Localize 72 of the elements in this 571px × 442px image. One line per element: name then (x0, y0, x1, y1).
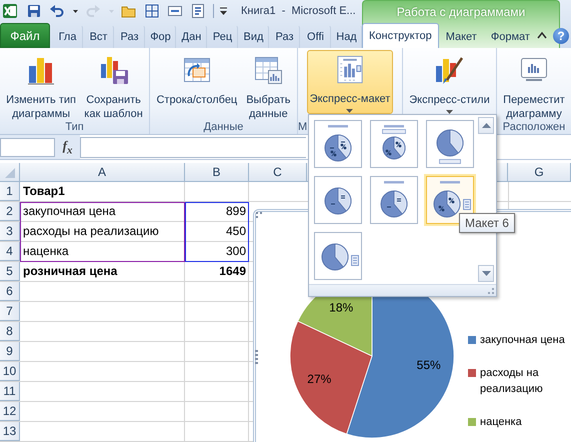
layout-option[interactable] (370, 120, 418, 168)
save-icon[interactable] (26, 3, 42, 19)
move-handle-icon[interactable] (256, 212, 262, 218)
table-cell-text: Товар1 (22, 183, 66, 200)
row-header[interactable]: 4 (0, 242, 20, 261)
collapse-ribbon-icon[interactable] (537, 31, 547, 39)
layout-option[interactable] (314, 120, 362, 168)
quick-styles-button[interactable]: Экспресс-стили (406, 50, 493, 115)
row-header[interactable]: 10 (0, 362, 20, 381)
table-cell: 450 (185, 222, 249, 242)
group-label: М (298, 120, 308, 134)
row-header[interactable]: 12 (0, 402, 20, 421)
layout-option[interactable] (426, 120, 474, 168)
legend-label: наценка (480, 415, 523, 430)
legend-label: расходы на реализацию (480, 366, 544, 397)
row-header[interactable]: 11 (0, 382, 20, 401)
layout-option[interactable] (314, 176, 362, 224)
layout-option[interactable] (370, 176, 418, 224)
table-cell: наценка (20, 242, 185, 262)
table-cell: 300 (185, 242, 249, 262)
data-label: 18% (329, 300, 354, 314)
row-header[interactable]: 5 (0, 262, 20, 281)
row-header[interactable]: 1 (0, 182, 20, 201)
tooltip-text: Макет 6 (465, 216, 509, 230)
table-cell-text: розничная цена (22, 263, 118, 280)
window-title: Книга1 - Microsoft E... (241, 5, 356, 17)
scroll-up-button[interactable] (478, 117, 494, 134)
column-header[interactable]: B (185, 163, 249, 181)
column-header[interactable]: G (508, 163, 571, 181)
table-cell-text: 1649 (218, 263, 247, 280)
resize-handle-icon[interactable] (255, 350, 258, 364)
grid-icon[interactable] (144, 3, 160, 19)
column-header[interactable]: A (20, 163, 185, 181)
group-label: Данные (202, 120, 244, 134)
ribbon-tab[interactable]: Макет (438, 25, 484, 48)
group-label: Тип (64, 120, 85, 134)
ribbon-tab[interactable]: Конструктор (362, 23, 439, 48)
insert-function-button[interactable]: f$_{x}$ (55, 138, 80, 156)
resize-grip-icon[interactable] (488, 288, 494, 294)
row-header[interactable]: 7 (0, 302, 20, 321)
group-label: Расположен (502, 120, 566, 134)
caret-down-icon (482, 271, 490, 276)
data-label: 55% (416, 358, 441, 372)
ribbon-tab[interactable]: Формат (484, 25, 537, 48)
column-header[interactable]: C (249, 163, 307, 181)
table-cell: закупочная цена (20, 202, 185, 222)
select-data-button[interactable]: Выбрать данные (243, 50, 294, 122)
row-header[interactable]: 3 (0, 222, 20, 241)
table-cell: 899 (185, 202, 249, 222)
text-box-icon[interactable] (167, 3, 183, 19)
data-label: 27% (307, 372, 332, 386)
app-icon[interactable] (2, 3, 18, 19)
quick-layout-button[interactable]: Экспресс-макет (306, 50, 394, 114)
move-chart-button[interactable]: Переместит диаграмму (500, 50, 568, 122)
change-chart-type-button[interactable]: Изменить тип диаграммы (3, 50, 79, 122)
legend-label: закупочная цена (480, 333, 566, 348)
scroll-down-button[interactable] (478, 265, 494, 282)
file-tab[interactable]: Файл (0, 23, 50, 48)
caret-up-icon (482, 123, 490, 128)
row-header[interactable]: 9 (0, 342, 20, 361)
undo-icon[interactable] (49, 3, 65, 19)
layout-option[interactable] (314, 232, 362, 280)
row-header[interactable]: 8 (0, 322, 20, 341)
formula-field[interactable] (80, 136, 306, 158)
row-header[interactable]: 2 (0, 202, 20, 221)
table-chart-icon (252, 54, 284, 86)
table-cell: расходы на реализацию (20, 222, 185, 242)
form-icon[interactable] (190, 3, 206, 19)
switch-row-column-button[interactable]: Строка/столбец (153, 50, 240, 108)
row-header[interactable]: 13 (0, 422, 20, 441)
save-template-button[interactable]: Сохранить как шаблон (81, 50, 146, 122)
row-header[interactable]: 6 (0, 282, 20, 301)
